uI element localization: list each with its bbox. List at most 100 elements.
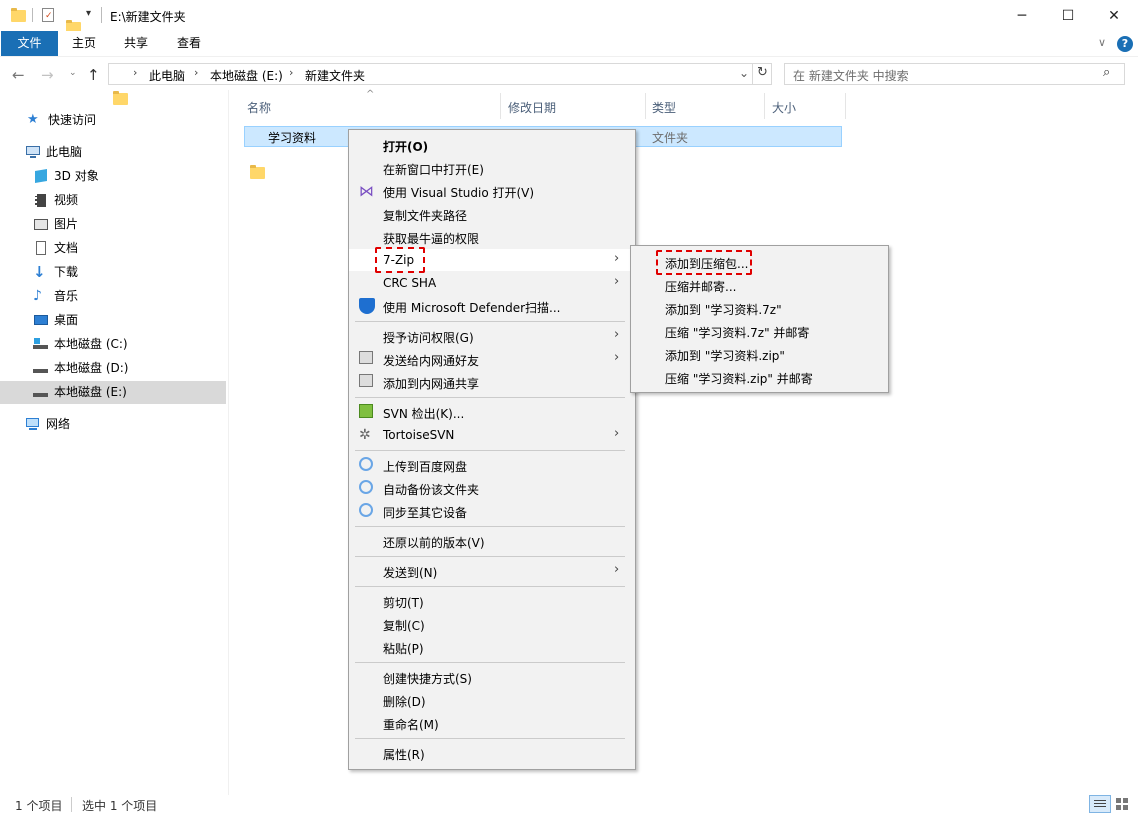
star-icon: ★ (27, 112, 39, 127)
column-header-name[interactable]: 名称 (247, 99, 271, 116)
submenu-item-add-zip[interactable]: 添加到 "学习资料.zip" (665, 347, 785, 364)
tab-file[interactable]: 文件 (1, 31, 58, 56)
computer-icon (25, 145, 41, 159)
divider (32, 8, 33, 22)
menu-item-add-intranet-share[interactable]: 添加到内网通共享 (383, 375, 479, 392)
menu-item-restore-versions[interactable]: 还原以前的版本(V) (383, 534, 485, 551)
column-divider[interactable] (645, 93, 646, 119)
column-header-size[interactable]: 大小 (772, 99, 796, 116)
nav-music[interactable]: ♪ 音乐 (33, 285, 78, 307)
nav-this-pc[interactable]: 此电脑 (25, 141, 82, 163)
search-icon[interactable]: ⌕ (1103, 65, 1110, 80)
menu-item-cut[interactable]: 剪切(T) (383, 594, 424, 611)
breadcrumb-new-folder[interactable]: 新建文件夹 (305, 67, 365, 84)
menu-item-sync-devices[interactable]: 同步至其它设备 (383, 504, 467, 521)
forward-arrow-icon[interactable]: → (41, 66, 54, 84)
column-header-date[interactable]: 修改日期 (508, 99, 556, 116)
nav-network[interactable]: 网络 (25, 413, 70, 435)
nav-label: 本地磁盘 (C:) (54, 337, 128, 351)
maximize-button[interactable]: ☐ (1045, 0, 1091, 31)
column-divider[interactable] (845, 93, 846, 119)
menu-item-open-new-window[interactable]: 在新窗口中打开(E) (383, 161, 484, 178)
breadcrumb-separator[interactable]: › (194, 66, 198, 79)
large-icons-view-icon[interactable] (1115, 797, 1129, 811)
file-type: 文件夹 (652, 131, 689, 145)
breadcrumb-drive-e[interactable]: 本地磁盘 (E:) (210, 67, 283, 84)
menu-item-send-to[interactable]: 发送到(N) (383, 564, 437, 581)
nav-quick-access[interactable]: ★ 快速访问 (27, 109, 96, 131)
menu-item-auto-backup[interactable]: 自动备份该文件夹 (383, 481, 479, 498)
folder-icon (11, 8, 26, 22)
nav-desktop[interactable]: 桌面 (33, 309, 78, 331)
menu-item-take-ownership[interactable]: 获取最牛逼的权限 (383, 230, 479, 247)
nav-drive-e[interactable]: 本地磁盘 (E:) (33, 381, 127, 403)
pane-divider[interactable] (228, 90, 229, 795)
search-input[interactable]: 在 新建文件夹 中搜索 (793, 67, 909, 84)
column-divider[interactable] (764, 93, 765, 119)
menu-item-create-shortcut[interactable]: 创建快捷方式(S) (383, 670, 472, 687)
menu-item-send-intranet-friend[interactable]: 发送给内网通好友 (383, 352, 479, 369)
baidu-netdisk-icon (359, 457, 373, 471)
menu-separator (355, 321, 625, 322)
menu-item-delete[interactable]: 删除(D) (383, 693, 426, 710)
drive-icon (33, 361, 49, 375)
menu-item-tortoisesvn[interactable]: TortoiseSVN (383, 428, 454, 442)
maximize-icon: ☐ (1061, 7, 1075, 24)
menu-item-rename[interactable]: 重命名(M) (383, 716, 439, 733)
address-dropdown-icon[interactable]: ⌄ (739, 66, 749, 80)
column-header-type[interactable]: 类型 (652, 99, 676, 116)
music-note-icon: ♪ (33, 288, 42, 304)
submenu-item-compress-7z-email[interactable]: 压缩 "学习资料.7z" 并邮寄 (665, 324, 809, 341)
column-divider[interactable] (500, 93, 501, 119)
nav-label: 音乐 (54, 289, 79, 303)
ribbon-expand-icon[interactable]: ∨ (1098, 36, 1106, 49)
nav-pictures[interactable]: 图片 (33, 213, 78, 235)
chevron-right-icon: › (614, 327, 620, 342)
recent-locations-icon[interactable]: ⌄ (69, 68, 77, 78)
desktop-icon (33, 313, 49, 327)
network-icon (25, 417, 41, 431)
tab-view[interactable]: 查看 (169, 31, 209, 56)
menu-item-properties[interactable]: 属性(R) (383, 746, 425, 763)
chevron-right-icon: › (614, 251, 620, 266)
menu-item-copy-path[interactable]: 复制文件夹路径 (383, 207, 467, 224)
intranet-share-icon (359, 351, 373, 364)
minimize-button[interactable]: ─ (999, 0, 1045, 31)
submenu-item-compress-email[interactable]: 压缩并邮寄... (665, 278, 736, 295)
menu-item-upload-baidu[interactable]: 上传到百度网盘 (383, 458, 467, 475)
menu-item-open[interactable]: 打开(O) (383, 138, 428, 155)
submenu-item-compress-zip-email[interactable]: 压缩 "学习资料.zip" 并邮寄 (665, 370, 813, 387)
nav-drive-d[interactable]: 本地磁盘 (D:) (33, 357, 128, 379)
menu-item-defender-scan[interactable]: 使用 Microsoft Defender扫描... (383, 299, 560, 316)
nav-drive-c[interactable]: 本地磁盘 (C:) (33, 333, 128, 355)
breadcrumb-separator[interactable]: › (289, 66, 293, 79)
menu-item-copy[interactable]: 复制(C) (383, 617, 425, 634)
qat-dropdown-icon[interactable]: ▾ (86, 8, 91, 19)
breadcrumb-this-pc[interactable]: 此电脑 (149, 67, 185, 84)
file-name[interactable]: 学习资料 (268, 129, 316, 146)
submenu-item-add-7z[interactable]: 添加到 "学习资料.7z" (665, 301, 782, 318)
address-bar[interactable] (108, 63, 772, 85)
breadcrumb-separator[interactable]: › (133, 66, 137, 79)
svn-checkout-icon (359, 404, 373, 418)
tab-home[interactable]: 主页 (64, 31, 104, 56)
nav-videos[interactable]: 视频 (33, 189, 78, 211)
menu-item-give-access[interactable]: 授予访问权限(G) (383, 329, 474, 346)
close-button[interactable]: ✕ (1091, 0, 1137, 31)
status-item-count: 1 个项目 (15, 799, 63, 813)
details-view-icon[interactable] (1089, 795, 1111, 813)
nav-documents[interactable]: 文档 (33, 237, 78, 259)
tab-share[interactable]: 共享 (116, 31, 156, 56)
menu-item-svn-checkout[interactable]: SVN 检出(K)... (383, 405, 464, 422)
back-arrow-icon[interactable]: ← (12, 66, 25, 84)
help-icon[interactable]: ? (1117, 36, 1133, 52)
nav-label: 网络 (46, 417, 71, 431)
up-arrow-icon[interactable]: ↑ (87, 66, 100, 84)
menu-item-crc-sha[interactable]: CRC SHA (383, 276, 436, 290)
menu-item-open-visual-studio[interactable]: 使用 Visual Studio 打开(V) (383, 184, 534, 201)
nav-3d-objects[interactable]: 3D 对象 (33, 165, 99, 187)
refresh-icon[interactable]: ↻ (757, 65, 768, 80)
menu-item-paste[interactable]: 粘贴(P) (383, 640, 424, 657)
properties-icon[interactable]: ✓ (42, 8, 54, 22)
nav-downloads[interactable]: ↓ 下载 (33, 261, 78, 283)
